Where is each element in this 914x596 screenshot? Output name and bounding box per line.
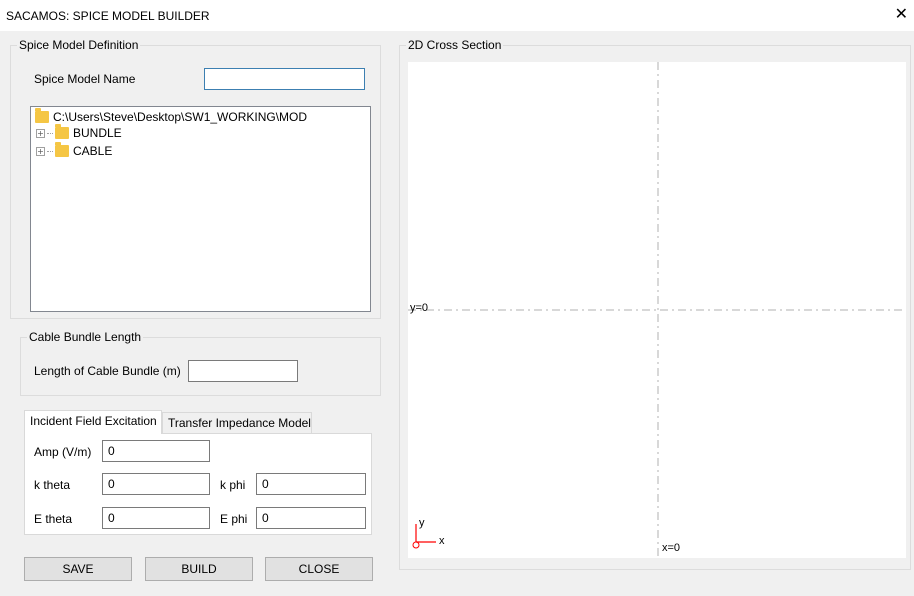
tree-connector [47, 132, 53, 134]
tree-item-cable[interactable]: + CABLE [36, 142, 113, 159]
y0-label: y=0 [410, 302, 429, 314]
tree-connector [47, 150, 53, 152]
e-theta-input[interactable] [102, 507, 210, 529]
spice-model-name-label: Spice Model Name [34, 72, 136, 86]
amp-label: Amp (V/m) [34, 445, 92, 459]
model-file-tree[interactable]: C:\Users\Steve\Desktop\SW1_WORKING\MOD +… [30, 106, 371, 312]
tree-root-item[interactable]: C:\Users\Steve\Desktop\SW1_WORKING\MOD [35, 108, 308, 125]
spice-model-builder-window: SACAMOS: SPICE MODEL BUILDER ✕ Spice Mod… [0, 0, 914, 596]
e-phi-input[interactable] [256, 507, 366, 529]
e-theta-label: E theta [34, 512, 73, 526]
spice-model-name-input[interactable] [204, 68, 365, 90]
amp-input[interactable] [102, 440, 210, 462]
expand-icon[interactable]: + [36, 128, 45, 138]
k-phi-input[interactable] [256, 473, 366, 495]
bundle-length-label: Length of Cable Bundle (m) [34, 364, 181, 378]
x0-label: x=0 [662, 542, 681, 554]
cable-bundle-length-title: Cable Bundle Length [29, 330, 142, 344]
tab-transfer-impedance-model[interactable]: Transfer Impedance Model [162, 412, 312, 434]
build-button[interactable]: BUILD [145, 557, 253, 581]
folder-icon [35, 108, 49, 123]
folder-icon [55, 142, 69, 157]
k-theta-label: k theta [34, 478, 71, 492]
folder-icon [55, 124, 69, 139]
window-title: SACAMOS: SPICE MODEL BUILDER [6, 9, 210, 23]
k-phi-label: k phi [220, 478, 246, 492]
e-phi-label: E phi [220, 512, 248, 526]
bundle-length-input[interactable] [188, 360, 298, 382]
triad-x-label: x [439, 535, 445, 547]
cross-section-canvas[interactable]: y=0 x=0 y x [408, 62, 906, 558]
k-theta-input[interactable] [102, 473, 210, 495]
spice-model-definition-title: Spice Model Definition [19, 38, 139, 52]
tab-incident-field-excitation[interactable]: Incident Field Excitation [24, 410, 162, 434]
tree-item-label: BUNDLE [73, 126, 122, 140]
tree-root-label: C:\Users\Steve\Desktop\SW1_WORKING\MOD [53, 110, 308, 124]
tree-item-bundle[interactable]: + BUNDLE [36, 124, 122, 141]
close-button[interactable]: CLOSE [265, 557, 373, 581]
cross-section-plot [408, 62, 906, 558]
close-window-icon[interactable]: ✕ [895, 6, 908, 24]
expand-icon[interactable]: + [36, 146, 45, 156]
tree-item-label: CABLE [73, 144, 113, 158]
title-bar: SACAMOS: SPICE MODEL BUILDER ✕ [0, 0, 914, 31]
save-button[interactable]: SAVE [24, 557, 132, 581]
triad-y-label: y [419, 517, 425, 529]
cross-section-title: 2D Cross Section [408, 38, 502, 52]
